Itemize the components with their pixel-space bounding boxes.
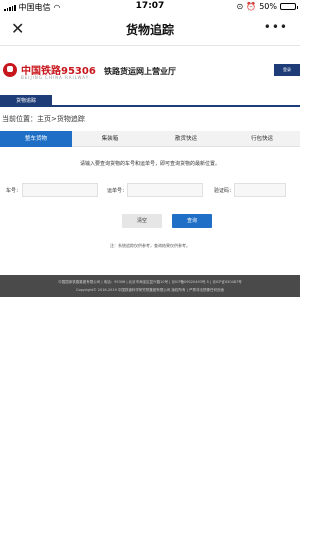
clear-button[interactable]: 清空 (122, 214, 162, 228)
navigation-bar: ✕ 货物追踪 ••• (0, 14, 300, 46)
captcha-input[interactable] (234, 183, 286, 197)
business-hall-title: 铁路货运网上营业厅 (104, 67, 176, 76)
status-bar: 中国电信 ◠ 17:07 ⊙ ⏰ 50% (0, 0, 300, 14)
tab-bulk-express[interactable]: 散货快运 (148, 131, 224, 147)
footer-copyright: Copyright© 2016-2019 中国铁道科学研究院集团有限公司 版权所… (76, 288, 224, 292)
battery-label: 50% (259, 2, 277, 11)
tab-parcel-express[interactable]: 行包快运 (224, 131, 300, 147)
nav-tab-cargo-tracking[interactable]: 货物追踪 (0, 95, 52, 107)
brand-header: 中国铁路95306 BEIJING CHINA RAILWAY 铁路货运网上营业… (0, 54, 300, 88)
car-number-label: 车号： (6, 188, 22, 194)
car-number-input[interactable] (22, 183, 98, 197)
disclaimer-note: 注：系统追踪仅供参考，查询结果仅供参考。 (110, 243, 190, 248)
brand-subtitle: BEIJING CHINA RAILWAY (21, 75, 90, 80)
tab-full-car[interactable]: 整车货物 (0, 131, 72, 147)
breadcrumb: 当前位置：主页>货物追踪 (2, 115, 85, 123)
waybill-label: 运单号： (107, 188, 128, 194)
more-icon[interactable]: ••• (264, 20, 288, 34)
query-hint: 请输入要查询货物的车号和运单号，即可查询货物的最新位置。 (79, 161, 220, 167)
footer: 中国国家铁路集团有限公司 | 电话：95306 | 北京市海淀区复兴路10号 |… (0, 275, 300, 297)
alarm-icon: ⏰ (246, 2, 257, 11)
footer-info: 中国国家铁路集团有限公司 | 电话：95306 | 北京市海淀区复兴路10号 |… (58, 280, 242, 284)
waybill-input[interactable] (127, 183, 203, 197)
main-nav: 货物追踪 (0, 95, 300, 107)
status-right: ⊙ ⏰ 50% (236, 2, 298, 11)
battery-icon (280, 3, 298, 10)
location-icon: ⊙ (236, 2, 244, 11)
tab-container[interactable]: 集装箱 (72, 131, 148, 147)
page-title: 货物追踪 (125, 23, 174, 37)
railway-logo-icon (3, 63, 17, 77)
search-button[interactable]: 查询 (172, 214, 212, 228)
cargo-type-tabs: 整车货物 集装箱 散货快运 行包快运 (0, 131, 300, 147)
captcha-label: 验证码： (214, 188, 235, 194)
login-button[interactable]: 登录 (274, 64, 300, 76)
